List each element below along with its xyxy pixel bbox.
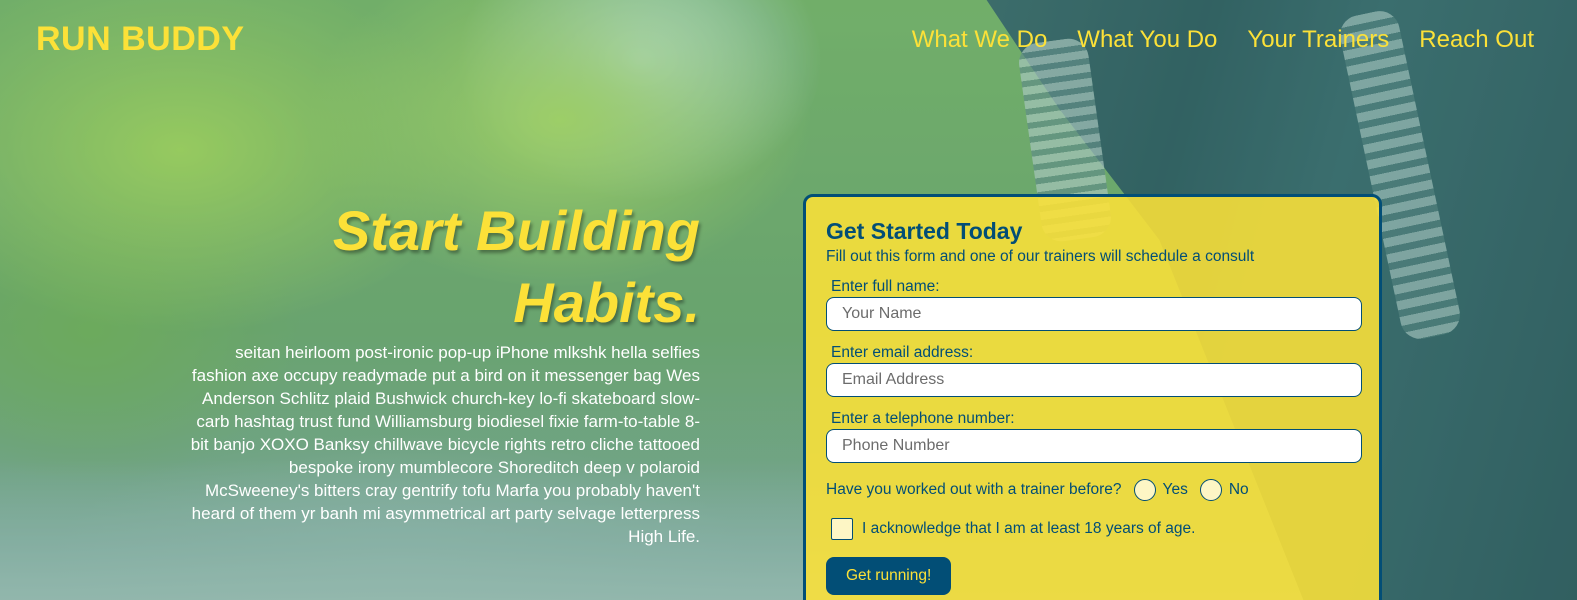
- trainer-yes-label: Yes: [1162, 481, 1188, 498]
- site-logo[interactable]: RUN BUDDY: [36, 20, 245, 59]
- phone-label: Enter a telephone number:: [831, 410, 1015, 427]
- site-header: RUN BUDDY What We Do What You Do Your Tr…: [0, 0, 1577, 80]
- nav-link-reach-out[interactable]: Reach Out: [1419, 26, 1534, 54]
- phone-field-group: Enter a telephone number:: [826, 410, 1362, 463]
- form-title: Get Started Today: [826, 218, 1023, 244]
- name-input[interactable]: [826, 297, 1362, 331]
- hero-intro: Start Building Habits. seitan heirloom p…: [190, 195, 700, 548]
- nav-link-what-we-do[interactable]: What We Do: [912, 26, 1048, 54]
- hero-title-line2: Habits.: [513, 271, 700, 334]
- email-label: Enter email address:: [831, 344, 974, 361]
- trainer-no-radio[interactable]: [1199, 479, 1222, 501]
- phone-input[interactable]: [826, 429, 1362, 463]
- trainer-yes-radio[interactable]: [1133, 479, 1156, 501]
- hero-body-text: seitan heirloom post-ironic pop-up iPhon…: [190, 343, 700, 546]
- name-label: Enter full name:: [831, 278, 940, 295]
- email-input[interactable]: [826, 363, 1362, 397]
- signup-form: Get Started Today Fill out this form and…: [803, 194, 1382, 600]
- trainer-no-label: No: [1228, 481, 1249, 498]
- trainer-question-label: Have you worked out with a trainer befor…: [826, 481, 1122, 498]
- hero-title-line1: Start Building: [332, 199, 700, 262]
- age-acknowledge-checkbox[interactable]: [831, 518, 853, 540]
- age-acknowledge-group: I acknowledge that I am at least 18 year…: [826, 518, 1359, 540]
- age-acknowledge-label: I acknowledge that I am at least 18 year…: [862, 520, 1196, 537]
- nav-link-what-you-do[interactable]: What You Do: [1077, 26, 1217, 54]
- main-nav: What We Do What You Do Your Trainers Rea…: [912, 26, 1534, 54]
- get-running-button[interactable]: Get running!: [826, 557, 952, 595]
- hero-title: Start Building Habits.: [190, 195, 700, 339]
- trainer-question-group: Have you worked out with a trainer befor…: [826, 479, 1359, 501]
- nav-link-your-trainers[interactable]: Your Trainers: [1247, 26, 1389, 54]
- email-field-group: Enter email address:: [826, 344, 1362, 397]
- name-field-group: Enter full name:: [826, 278, 1362, 331]
- form-subtitle: Fill out this form and one of our traine…: [826, 248, 1255, 265]
